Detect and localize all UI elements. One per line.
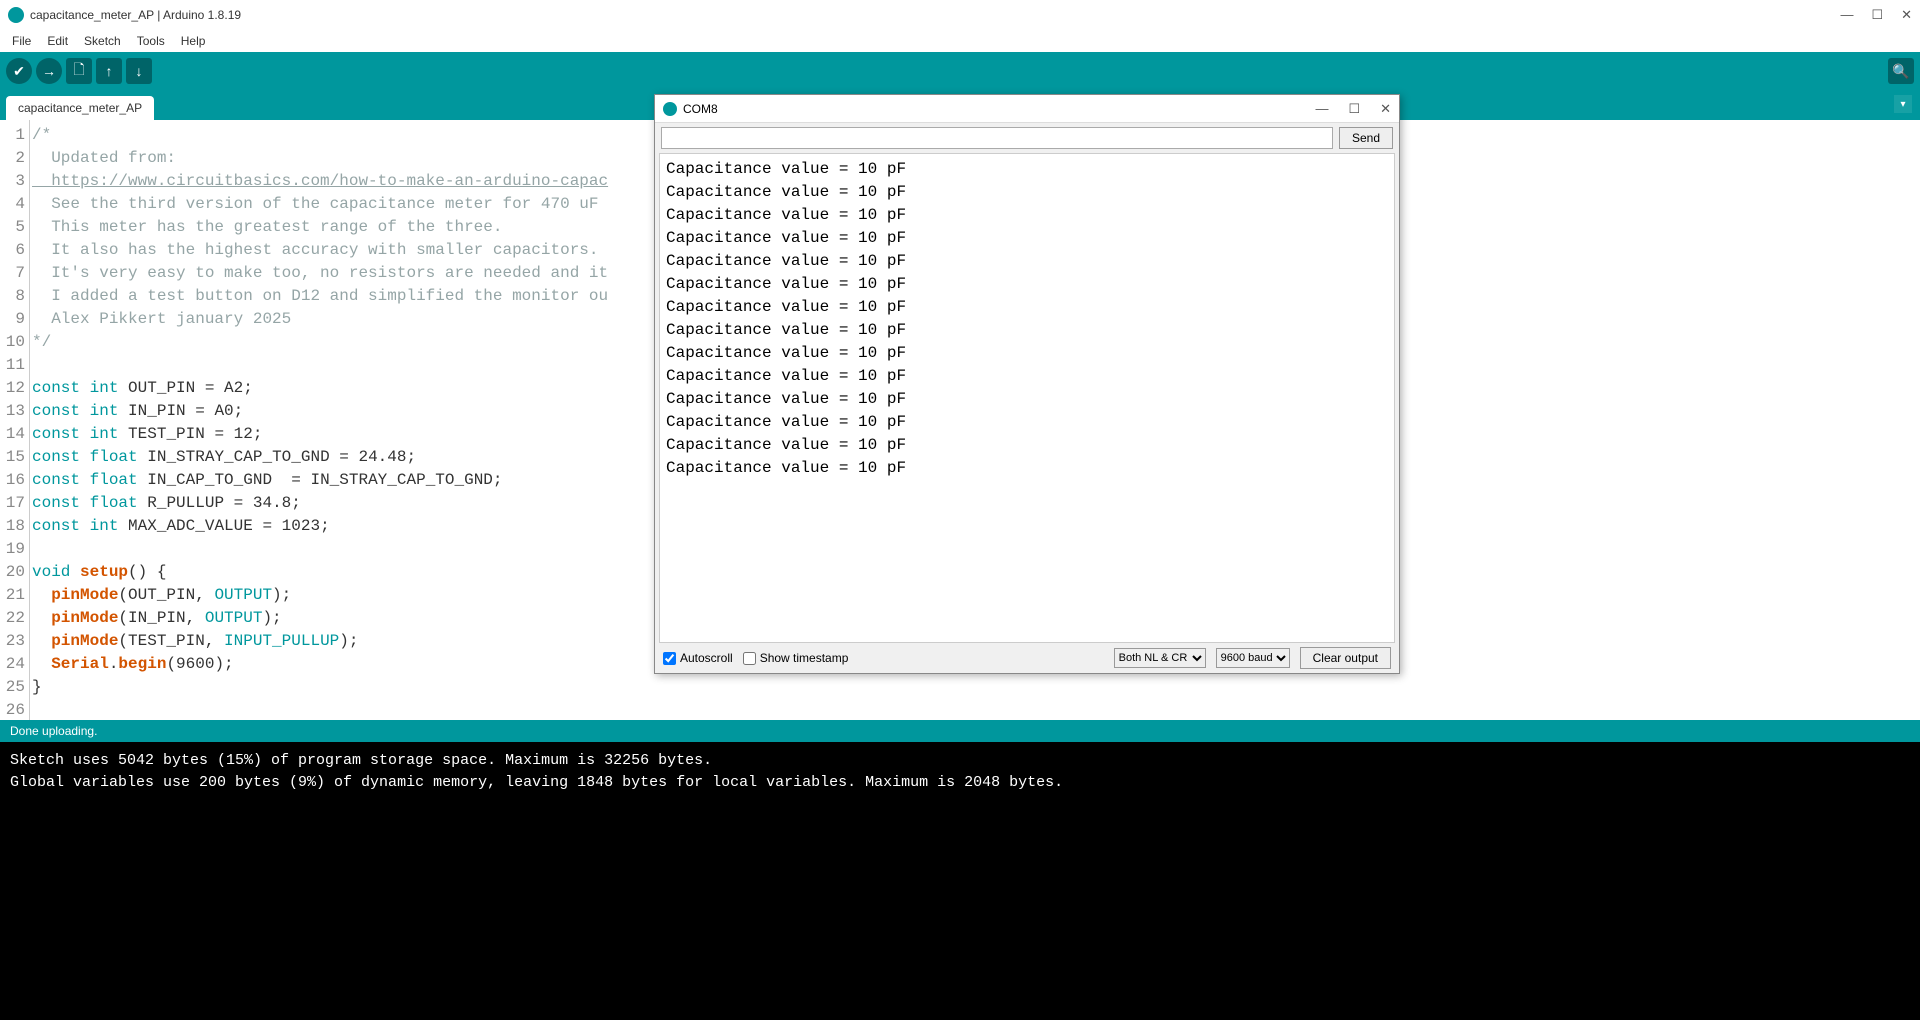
tab-dropdown-icon[interactable]: ▾ — [1894, 95, 1912, 113]
upload-button[interactable]: → — [36, 58, 62, 84]
serial-monitor-button[interactable]: 🔍 — [1888, 58, 1914, 84]
open-button[interactable]: ↑ — [96, 58, 122, 84]
serial-maximize-button[interactable]: ☐ — [1348, 101, 1360, 117]
serial-output[interactable]: Capacitance value = 10 pF Capacitance va… — [659, 153, 1395, 643]
menu-file[interactable]: File — [6, 32, 37, 50]
timestamp-label: Show timestamp — [760, 651, 849, 665]
timestamp-input[interactable] — [743, 652, 756, 665]
serial-titlebar: COM8 — ☐ ✕ — [655, 95, 1399, 123]
code-area[interactable]: /* Updated from: https://www.circuitbasi… — [30, 120, 608, 720]
save-button[interactable]: ↓ — [126, 58, 152, 84]
line-gutter: 1234567891011121314151617181920212223242… — [0, 120, 30, 720]
toolbar: ✔ → 🗋 ↑ ↓ 🔍 — [0, 52, 1920, 90]
serial-close-button[interactable]: ✕ — [1380, 101, 1391, 117]
maximize-button[interactable]: ☐ — [1871, 7, 1883, 23]
serial-monitor-window: COM8 — ☐ ✕ Send Capacitance value = 10 p… — [654, 94, 1400, 674]
line-ending-select[interactable]: Both NL & CR — [1114, 648, 1206, 668]
serial-input[interactable] — [661, 127, 1333, 149]
menu-tools[interactable]: Tools — [131, 32, 171, 50]
minimize-button[interactable]: — — [1840, 7, 1853, 23]
window-title: capacitance_meter_AP | Arduino 1.8.19 — [30, 8, 1840, 22]
autoscroll-label: Autoscroll — [680, 651, 733, 665]
baud-select[interactable]: 9600 baud — [1216, 648, 1290, 668]
sketch-tab[interactable]: capacitance_meter_AP — [6, 96, 154, 120]
menu-sketch[interactable]: Sketch — [78, 32, 127, 50]
arduino-app-icon — [8, 7, 24, 23]
window-controls: — ☐ ✕ — [1840, 7, 1912, 23]
console-output: Sketch uses 5042 bytes (15%) of program … — [0, 742, 1920, 1020]
serial-window-controls: — ☐ ✕ — [1315, 101, 1391, 117]
clear-output-button[interactable]: Clear output — [1300, 647, 1391, 669]
serial-bottom-bar: Autoscroll Show timestamp Both NL & CR 9… — [655, 643, 1399, 673]
new-button[interactable]: 🗋 — [66, 58, 92, 84]
serial-title: COM8 — [683, 102, 1315, 116]
status-bar: Done uploading. — [0, 720, 1920, 742]
close-button[interactable]: ✕ — [1901, 7, 1912, 23]
serial-input-row: Send — [655, 123, 1399, 153]
menu-help[interactable]: Help — [175, 32, 212, 50]
serial-minimize-button[interactable]: — — [1315, 101, 1328, 117]
autoscroll-input[interactable] — [663, 652, 676, 665]
timestamp-checkbox[interactable]: Show timestamp — [743, 651, 849, 665]
autoscroll-checkbox[interactable]: Autoscroll — [663, 651, 733, 665]
verify-button[interactable]: ✔ — [6, 58, 32, 84]
menu-edit[interactable]: Edit — [41, 32, 74, 50]
serial-send-button[interactable]: Send — [1339, 127, 1393, 149]
window-titlebar: capacitance_meter_AP | Arduino 1.8.19 — … — [0, 0, 1920, 30]
serial-app-icon — [663, 102, 677, 116]
status-text: Done uploading. — [10, 724, 97, 738]
menubar: File Edit Sketch Tools Help — [0, 30, 1920, 52]
